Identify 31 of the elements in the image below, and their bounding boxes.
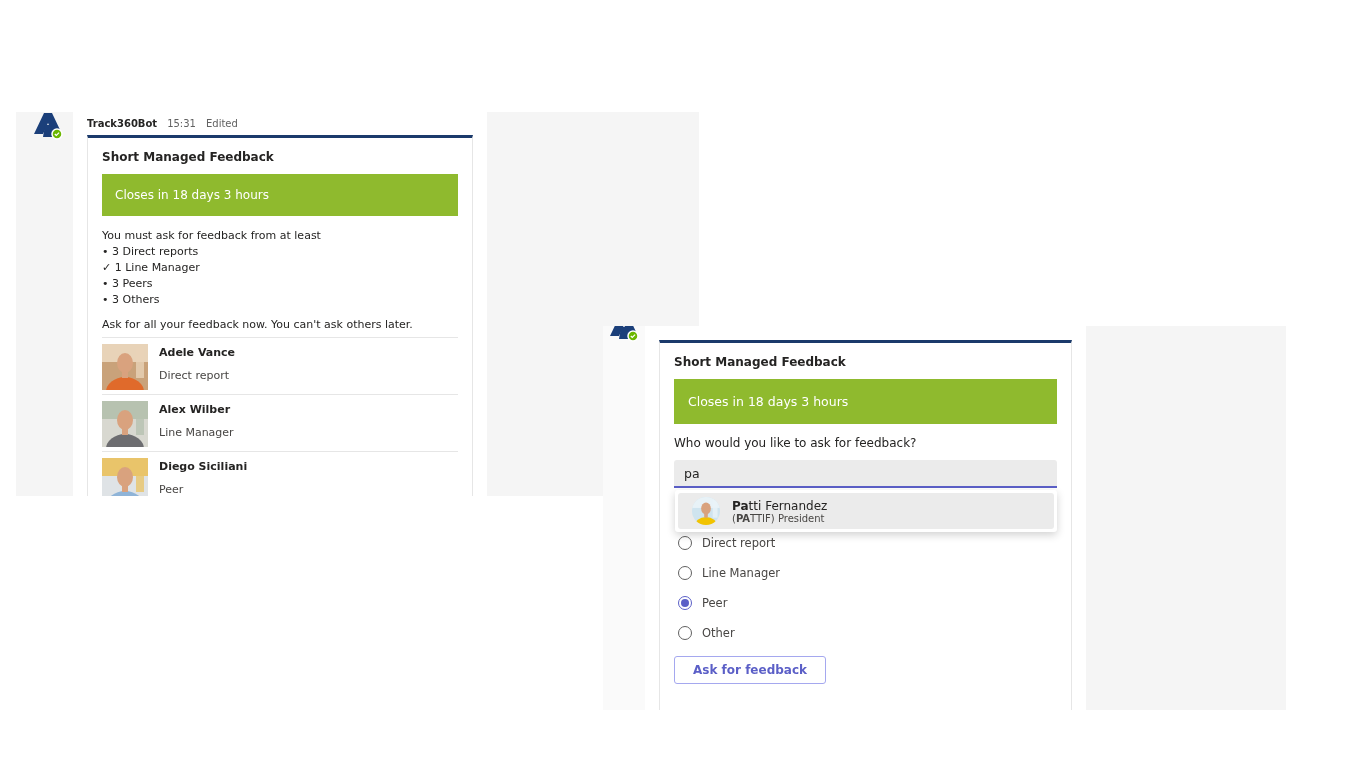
requirement-item: • 3 Others bbox=[102, 292, 161, 308]
search-field[interactable]: pa bbox=[674, 460, 1057, 488]
radio-label: Line Manager bbox=[702, 566, 781, 580]
deadline-banner: Closes in 18 days 3 hours bbox=[674, 379, 1057, 424]
intro-text: You must ask for feedback from at least bbox=[102, 228, 322, 244]
requirement-item: ✓ 1 Line Manager bbox=[102, 260, 201, 276]
radio-button[interactable] bbox=[678, 536, 692, 550]
person-name: Adele Vance bbox=[159, 346, 236, 359]
card-title: Short Managed Feedback bbox=[102, 150, 275, 164]
person-name: Alex Wilber bbox=[159, 403, 232, 416]
deadline-banner: Closes in 18 days 3 hours bbox=[102, 174, 458, 216]
edited-label: Edited bbox=[205, 118, 238, 129]
radio-button[interactable] bbox=[678, 596, 692, 610]
person-role: Line Manager bbox=[159, 426, 234, 439]
message-time: 15:31 bbox=[167, 118, 196, 129]
note-text: Ask for all your feedback now. You can't ask others later. bbox=[102, 318, 414, 331]
requirement-item: • 3 Peers bbox=[102, 276, 154, 292]
radio-label: Direct report bbox=[702, 536, 776, 550]
requirement-item: • 3 Direct reports bbox=[102, 244, 200, 260]
person-role: Peer bbox=[159, 483, 185, 496]
radio-label: Peer bbox=[702, 596, 728, 610]
person-name: Diego Siciliani bbox=[159, 460, 248, 473]
radio-button[interactable] bbox=[678, 626, 692, 640]
person-role: Direct report bbox=[159, 369, 231, 382]
ask-feedback-button[interactable]: Ask for feedback bbox=[674, 656, 827, 684]
card-title: Short Managed Feedback bbox=[674, 355, 847, 369]
radio-label: Other bbox=[702, 626, 735, 640]
suggestion-item[interactable]: Patti Fernandez (PATTIF) President bbox=[678, 493, 1054, 529]
radio-button[interactable] bbox=[678, 566, 692, 580]
sender-name: Track360Bot bbox=[87, 118, 158, 129]
question-text: Who would you like to ask for feedback? bbox=[674, 436, 918, 450]
